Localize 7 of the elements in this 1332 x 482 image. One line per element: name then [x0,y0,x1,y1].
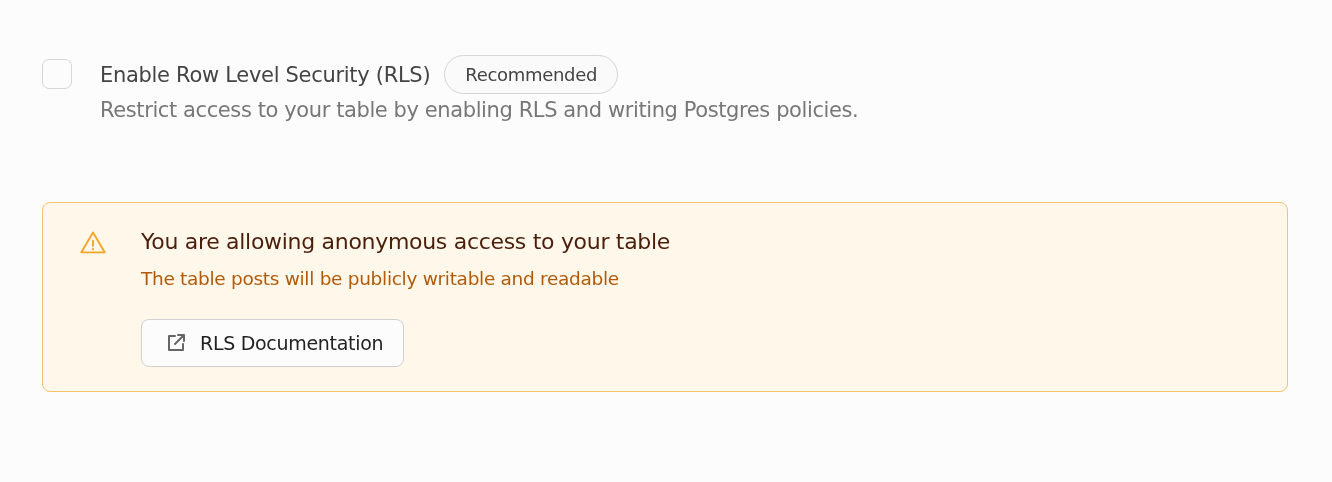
recommended-badge: Recommended [444,55,619,94]
warning-title: You are allowing anonymous access to your table [141,229,671,254]
checkbox-label: Enable Row Level Security (RLS) [100,62,431,87]
warning-message: The table posts will be publicly writable and readable [141,268,620,289]
option-description: Restrict access to your table by enabling RLS and writing Postgres policies. [100,98,859,122]
documentation-button[interactable]: RLS Documentation [141,319,405,367]
checkbox[interactable] [42,59,72,89]
